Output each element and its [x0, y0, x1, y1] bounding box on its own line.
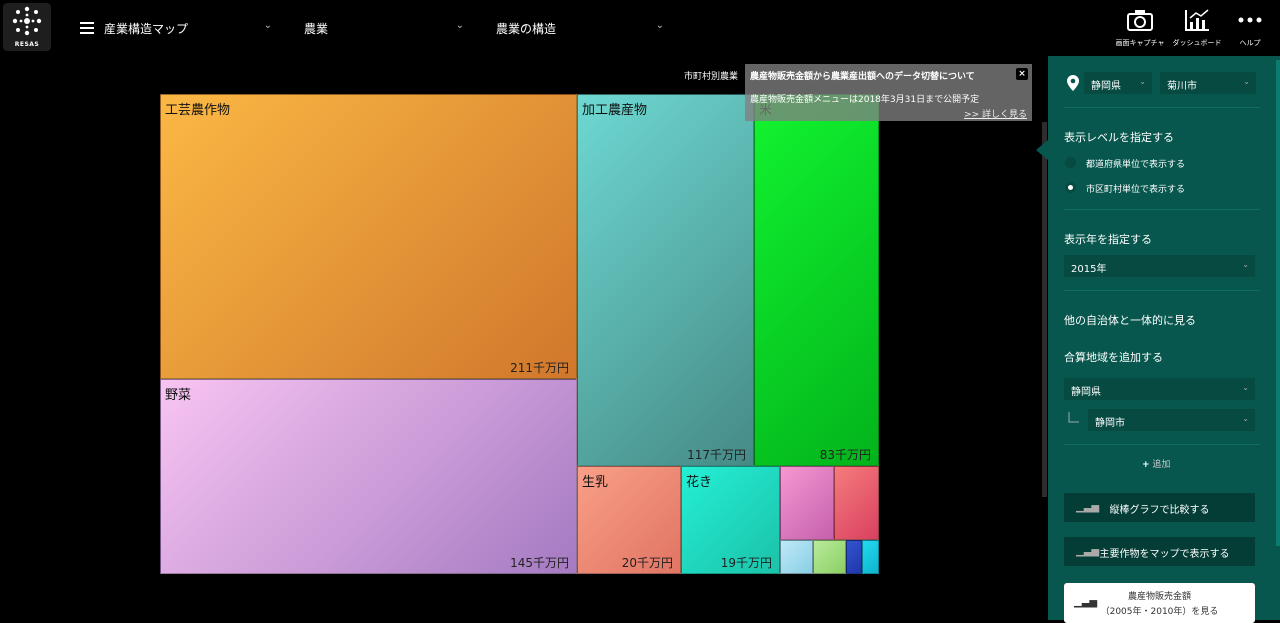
divider	[1064, 290, 1260, 291]
cell-name: 工芸農作物	[165, 103, 231, 118]
city-select[interactable]: 菊川市 ⌄	[1160, 72, 1256, 94]
treemap-cell-industrial-crops[interactable]: 工芸農作物 211千万円	[160, 94, 577, 379]
treemap-cell-small[interactable]	[834, 466, 879, 540]
cell-name: 加工農産物	[582, 103, 648, 118]
dashboard-button[interactable]: ダッシュボード	[1167, 8, 1227, 48]
button-label: 縦棒グラフで比較する	[1109, 505, 1210, 516]
data-switch-notice: 農産物販売金額から農業産出額へのデータ切替について × 農産物販売金額メニューは…	[745, 64, 1032, 121]
chevron-down-icon: ⌄	[263, 20, 272, 31]
divider	[1064, 107, 1260, 108]
add-area-button[interactable]: + 追加	[1142, 457, 1170, 470]
resas-logo[interactable]: RESAS	[3, 3, 51, 51]
panel-pointer	[1036, 140, 1048, 160]
treemap-cell-flowers[interactable]: 花き 19千万円	[681, 466, 780, 574]
button-line2: （2005年・2010年）を見る	[1100, 607, 1219, 617]
chevron-down-icon: ⌄	[455, 20, 464, 31]
year-heading: 表示年を指定する	[1064, 233, 1152, 246]
treemap-chart: 工芸農作物 211千万円 野菜 145千万円 加工農産物 117千万円 米 83…	[160, 94, 879, 574]
add-prefecture-select[interactable]: 静岡県 ⌄	[1064, 378, 1255, 400]
treemap-cell-small[interactable]	[780, 466, 834, 540]
level-option-prefecture[interactable]: 都道府県単位で表示する	[1064, 157, 1244, 171]
integrate-heading: 他の自治体と一体的に見る	[1064, 314, 1196, 327]
tool-label: ダッシュボード	[1172, 39, 1222, 47]
menu-select-label: 産業構造マップ	[104, 22, 189, 36]
cell-name: 生乳	[582, 475, 609, 490]
chevron-down-icon: ⌄	[1242, 260, 1249, 269]
cell-value: 211千万円	[510, 361, 569, 375]
select-value: 菊川市	[1167, 81, 1197, 92]
help-button[interactable]: ヘルプ	[1220, 8, 1280, 48]
tool-label: ヘルプ	[1239, 39, 1261, 47]
cell-name: 花き	[686, 475, 713, 490]
camera-icon	[1127, 10, 1153, 31]
radio-button[interactable]	[1065, 157, 1076, 168]
menu-select-label: 農業の構造	[496, 22, 557, 36]
button-label: 主要作物をマップで表示する	[1099, 549, 1230, 560]
notice-title: 農産物販売金額から農業産出額へのデータ切替について	[750, 72, 975, 82]
header: RESAS 産業構造マップ ⌄ 農業 ⌄ 農業の構造 ⌄ 画面キャプチャ ダッシ…	[0, 0, 1280, 56]
cell-value: 145千万円	[510, 556, 569, 570]
add-city-select[interactable]: 静岡市 ⌄	[1088, 409, 1255, 431]
settings-panel: 静岡県 ⌄ 菊川市 ⌄ 表示レベルを指定する 都道府県単位で表示する 市区町村単…	[1048, 56, 1280, 623]
cell-value: 19千万円	[720, 556, 772, 570]
select-value: 静岡県	[1071, 387, 1101, 398]
menu-select-industry-map[interactable]: 産業構造マップ ⌄	[104, 20, 272, 36]
panel-scrollbar[interactable]	[1276, 60, 1280, 546]
chevron-down-icon: ⌄	[655, 20, 664, 31]
button-line1: 農産物販売金額	[1127, 592, 1191, 602]
select-value: 静岡県	[1091, 81, 1121, 92]
logo-icon	[12, 6, 42, 36]
level-heading: 表示レベルを指定する	[1064, 131, 1174, 144]
compare-bar-graph-button[interactable]: ▁▃▅ 縦棒グラフで比較する	[1064, 493, 1255, 522]
tree-branch-icon	[1068, 412, 1079, 423]
treemap-cell-vegetables[interactable]: 野菜 145千万円	[160, 379, 577, 574]
menu-select-agriculture[interactable]: 農業 ⌄	[304, 20, 464, 36]
logo-text: RESAS	[14, 41, 40, 48]
radio-button-selected[interactable]	[1065, 182, 1076, 193]
treemap-cell-raw-milk[interactable]: 生乳 20千万円	[577, 466, 681, 574]
treemap-cell-processed-products[interactable]: 加工農産物 117千万円	[577, 94, 754, 466]
treemap-cell-small[interactable]	[862, 540, 879, 574]
notice-detail-link[interactable]: >> 詳しく見る	[964, 107, 1027, 120]
treemap-cell-small[interactable]	[780, 540, 813, 574]
location-pin-icon	[1067, 75, 1079, 91]
notice-body: 農産物販売金額メニューは2018年3月31日まで公開予定	[750, 95, 980, 105]
radio-label: 都道府県単位で表示する	[1086, 160, 1186, 170]
close-icon[interactable]: ×	[1016, 68, 1028, 80]
divider	[1064, 444, 1260, 445]
chart-scrollbar[interactable]	[1042, 122, 1047, 497]
prefecture-select[interactable]: 静岡県 ⌄	[1084, 72, 1152, 94]
radio-label: 市区町村単位で表示する	[1086, 185, 1186, 195]
chevron-down-icon: ⌄	[1242, 383, 1249, 392]
plus-icon: +	[1142, 460, 1150, 470]
treemap-cell-small[interactable]	[846, 540, 862, 574]
chevron-down-icon: ⌄	[1242, 414, 1249, 423]
cell-value: 83千万円	[819, 448, 871, 462]
select-value: 2015年	[1071, 264, 1107, 275]
tool-label: 画面キャプチャ	[1115, 39, 1165, 47]
chart-title: 市町村別農業	[684, 72, 739, 82]
cell-value: 20千万円	[621, 556, 673, 570]
hamburger-menu-icon[interactable]	[80, 22, 94, 34]
chevron-down-icon: ⌄	[1243, 77, 1250, 86]
show-crops-map-button[interactable]: ▁▃▅ 主要作物をマップで表示する	[1064, 537, 1255, 566]
treemap-cell-rice[interactable]: 米 83千万円	[754, 94, 879, 466]
year-select[interactable]: 2015年 ⌄	[1064, 255, 1255, 277]
cell-name: 野菜	[165, 388, 192, 403]
add-label: 追加	[1152, 460, 1171, 470]
cell-value: 117千万円	[687, 448, 746, 462]
add-area-heading: 合算地域を追加する	[1064, 351, 1163, 364]
chevron-down-icon: ⌄	[1139, 77, 1146, 86]
past-sales-button[interactable]: ▁▃▅ 農産物販売金額 （2005年・2010年）を見る	[1064, 583, 1255, 623]
select-value: 静岡市	[1095, 418, 1125, 429]
treemap-cell-small[interactable]	[813, 540, 846, 574]
menu-select-agri-structure[interactable]: 農業の構造 ⌄	[496, 20, 664, 36]
menu-select-label: 農業	[304, 22, 329, 36]
divider	[1064, 209, 1260, 210]
level-option-city[interactable]: 市区町村単位で表示する	[1064, 182, 1244, 196]
more-dots-icon	[1238, 17, 1262, 23]
screen-capture-button[interactable]: 画面キャプチャ	[1110, 8, 1170, 48]
dashboard-chart-icon	[1185, 9, 1209, 31]
